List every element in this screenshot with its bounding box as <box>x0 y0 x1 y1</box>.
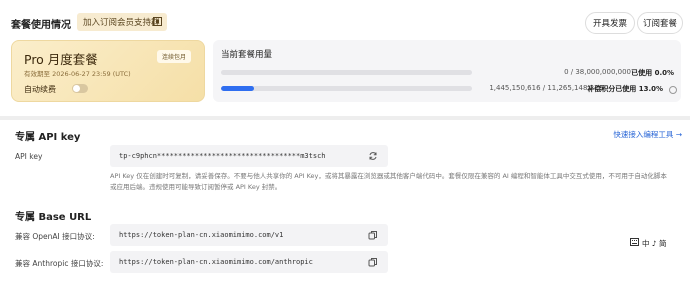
plan-name: Pro 月度套餐 <box>24 52 98 67</box>
usage-numbers: 0 / 38,000,000,000 <box>564 68 631 76</box>
usage-panel: 当前套餐用量 0 / 38,000,000,000 已使用 0.0% 1,445… <box>213 40 681 102</box>
keyboard-icon[interactable] <box>630 238 639 248</box>
auto-renew-toggle[interactable] <box>72 84 88 93</box>
usage-progress-bar <box>221 70 472 75</box>
usage-title: 当前套餐用量 <box>221 50 273 60</box>
support-group-label: 加入订阅会员支持群 <box>83 18 160 28</box>
api-key-notice: API Key 仅在创建时可复制，请妥善保存。不要与他人共享你的 API Key… <box>110 172 667 191</box>
api-key-field[interactable]: tp-c9phcn*******************************… <box>110 145 388 167</box>
usage-used-pct: 0.0% <box>654 69 674 77</box>
subscribe-plan-button[interactable]: 订阅套餐 <box>637 12 683 34</box>
compensation-used-text: 补偿积分已使用 <box>587 85 637 93</box>
quick-integration-link[interactable]: 快速接入编程工具 → <box>613 129 682 140</box>
qr-code-icon <box>153 17 162 26</box>
compensation-progress-bar <box>221 86 472 91</box>
anthropic-url-field[interactable]: https://token-plan-cn.xiaomimimo.com/ant… <box>110 251 388 273</box>
openai-url-field[interactable]: https://token-plan-cn.xiaomimimo.com/v1 <box>110 224 388 246</box>
compensation-used-pct: 13.0% <box>638 85 663 93</box>
api-key-value: tp-c9phcn*******************************… <box>119 152 326 160</box>
auto-renew-label: 自动续费 <box>24 85 56 94</box>
plan-card: Pro 月度套餐 连续包月 有效期至 2026-06-27 23:59 (UTC… <box>11 40 205 102</box>
issue-invoice-button[interactable]: 开具发票 <box>585 12 635 34</box>
anthropic-protocol-label: 兼容 Anthropic 接口协议: <box>15 259 104 268</box>
plan-renewal-badge: 连续包月 <box>156 50 191 63</box>
join-support-group-button[interactable]: 加入订阅会员支持群 <box>77 13 167 31</box>
usage-used-label: 已使用 0.0% <box>631 68 674 78</box>
section-title-base-url: 专属 Base URL <box>15 212 92 223</box>
refresh-icon[interactable] <box>368 151 378 161</box>
input-method-label: 中 ♪ 简 <box>642 238 667 248</box>
copy-icon[interactable] <box>368 230 378 240</box>
copy-icon[interactable] <box>368 257 378 267</box>
plan-usage-card: 套餐使用情况 加入订阅会员支持群 开具发票 订阅套餐 Pro 月度套餐 连续包月… <box>0 0 690 116</box>
input-method-toolbar[interactable]: 中 ♪ 简 <box>630 237 690 249</box>
compensation-numbers: 1,445,150,616 / 11,265,148,226 <box>489 84 603 92</box>
section-title-api-key: 专属 API key <box>15 132 81 143</box>
usage-used-text: 已使用 <box>631 69 653 77</box>
openai-url-value: https://token-plan-cn.xiaomimimo.com/v1 <box>119 231 284 239</box>
plan-expiry: 有效期至 2026-06-27 23:59 (UTC) <box>24 70 131 78</box>
compensation-progress-fill <box>221 86 254 91</box>
openai-protocol-label: 兼容 OpenAI 接口协议: <box>15 232 95 241</box>
section-title-plan-usage: 套餐使用情况 <box>11 20 71 31</box>
anthropic-url-value: https://token-plan-cn.xiaomimimo.com/ant… <box>119 258 313 266</box>
compensation-used-label: 补偿积分已使用 13.0% <box>587 84 663 94</box>
info-icon[interactable] <box>669 86 677 94</box>
api-key-label: API key <box>15 152 43 161</box>
